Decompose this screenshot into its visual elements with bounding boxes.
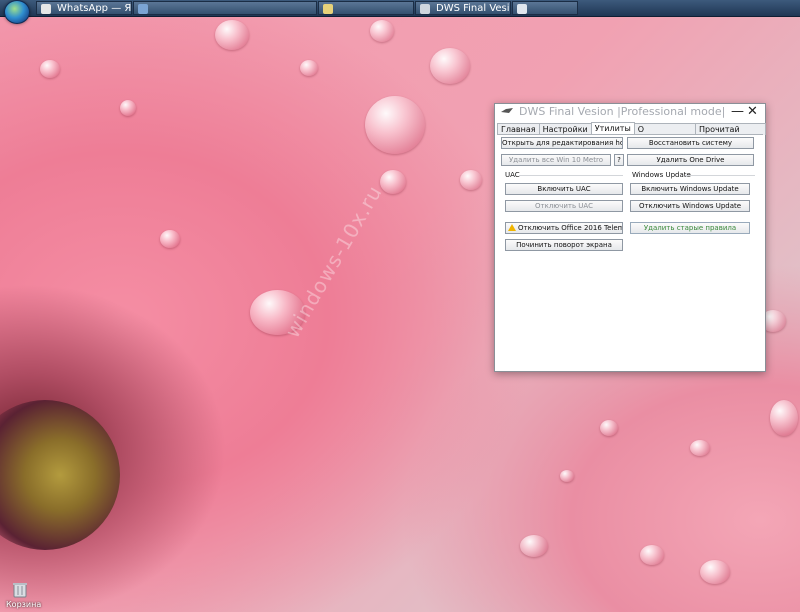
- title-bar[interactable]: DWS Final Vesion |Professional mode| — ✕: [495, 104, 765, 120]
- fix-screen-rotation-button[interactable]: Починить поворот экрана: [505, 239, 623, 251]
- water-drop: [215, 20, 249, 50]
- enable-uac-button[interactable]: Включить UAC: [505, 183, 623, 195]
- recycle-bin-label[interactable]: Корзина: [6, 600, 41, 609]
- water-drop: [40, 60, 60, 78]
- open-hosts-button[interactable]: Открыть для редактирования hosts: [501, 137, 623, 149]
- app-icon: [323, 4, 333, 14]
- taskbar-item[interactable]: [133, 1, 317, 15]
- taskbar-item[interactable]: [318, 1, 414, 15]
- windows-update-group-label: Windows Update: [632, 171, 691, 179]
- flower-center: [0, 400, 120, 550]
- water-drop: [600, 420, 618, 436]
- recycle-bin-icon[interactable]: [10, 582, 30, 598]
- group-divider: [685, 175, 755, 176]
- eye-icon: [501, 108, 513, 113]
- water-drop: [460, 170, 482, 190]
- tab-divider: [497, 134, 763, 135]
- taskbar-item[interactable]: [512, 1, 578, 15]
- water-drop: [160, 230, 180, 248]
- dws-window: DWS Final Vesion |Professional mode| — ✕…: [494, 103, 766, 372]
- app-icon: [517, 4, 527, 14]
- help-button[interactable]: ?: [614, 154, 624, 166]
- enable-windows-update-button[interactable]: Включить Windows Update: [630, 183, 750, 195]
- warning-icon: [508, 224, 516, 231]
- taskbar-item-dws[interactable]: DWS Final Vesio...: [415, 1, 511, 15]
- water-drop: [520, 535, 548, 557]
- disable-uac-button[interactable]: Отключить UAC: [505, 200, 623, 212]
- disable-windows-update-button[interactable]: Отключить Windows Update: [630, 200, 750, 212]
- disable-office-telemetry-button[interactable]: Отключить Office 2016 Telemetry: [505, 222, 623, 234]
- window-title: DWS Final Vesion |Professional mode|: [519, 105, 726, 118]
- remove-metro-apps-button[interactable]: Удалить все Win 10 Metro: [501, 154, 611, 166]
- water-drop: [370, 20, 394, 42]
- water-drop: [690, 440, 710, 456]
- water-drop: [430, 48, 470, 84]
- water-drop: [365, 96, 425, 154]
- delete-old-rules-button[interactable]: Удалить старые правила: [630, 222, 750, 234]
- remove-onedrive-button[interactable]: Удалить One Drive: [627, 154, 754, 166]
- taskbar: WhatsApp — Яндекс... DWS Final Vesio...: [0, 0, 800, 24]
- taskbar-item-whatsapp[interactable]: WhatsApp — Яндекс...: [36, 1, 132, 15]
- watermark-text: windows-10x.ru: [280, 180, 387, 342]
- water-drop: [560, 470, 574, 482]
- uac-group-label: UAC: [505, 171, 520, 179]
- restore-system-button[interactable]: Восстановить систему: [627, 137, 754, 149]
- water-drop: [300, 60, 318, 76]
- water-drop: [700, 560, 730, 584]
- water-drop: [120, 100, 136, 116]
- water-drop: [770, 400, 798, 436]
- app-icon: [138, 4, 148, 14]
- start-button[interactable]: [4, 0, 30, 24]
- minimize-button[interactable]: —: [731, 104, 744, 120]
- yandex-browser-icon: [41, 4, 51, 14]
- group-divider: [519, 175, 623, 176]
- dws-icon: [420, 4, 430, 14]
- close-button[interactable]: ✕: [747, 104, 758, 120]
- water-drop: [640, 545, 664, 565]
